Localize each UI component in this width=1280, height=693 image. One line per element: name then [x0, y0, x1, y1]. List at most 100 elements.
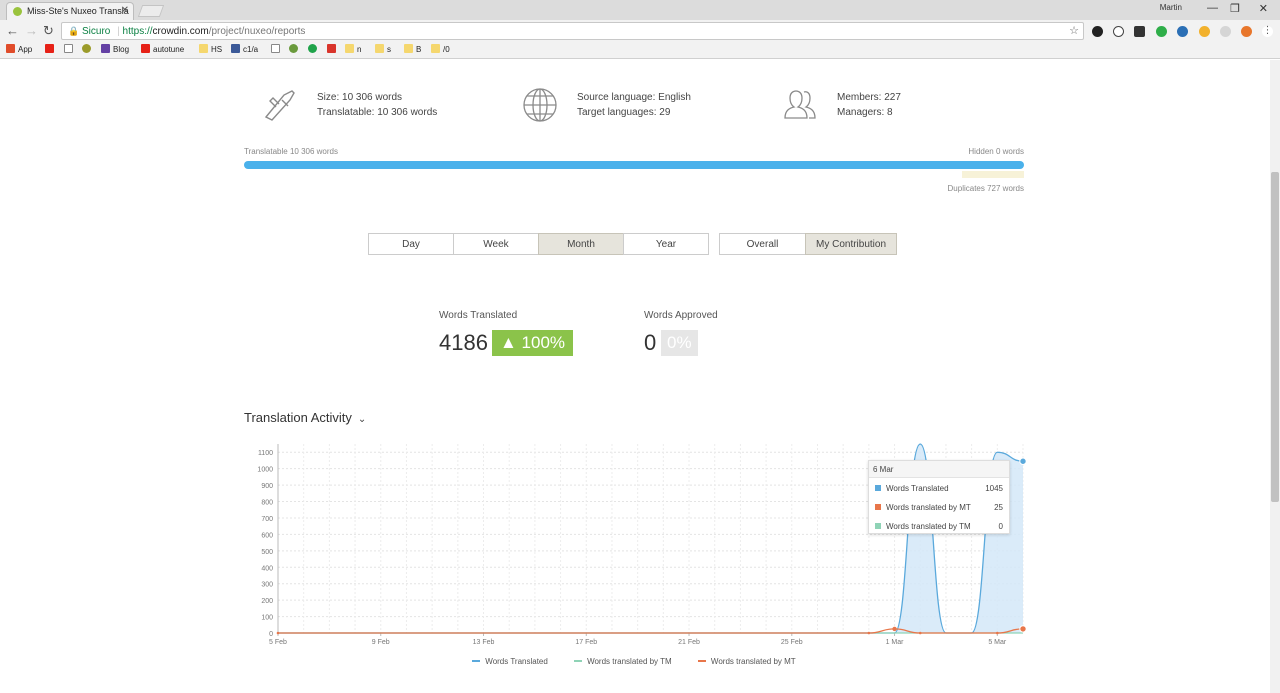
- bookmark-page[interactable]: [64, 44, 76, 56]
- info-extension-icon[interactable]: [1113, 26, 1124, 37]
- x-tick-label: 5 Feb: [269, 639, 287, 646]
- bookmark-blog[interactable]: Blog: [101, 44, 129, 56]
- x-tick-label: 21 Feb: [678, 639, 700, 646]
- site-icon: [308, 44, 317, 53]
- wifi-extension-icon[interactable]: [1220, 26, 1231, 37]
- lock-icon: 🔒: [68, 26, 80, 36]
- chart-tooltip: 6 Mar Words Translated 1045 Words transl…: [868, 460, 1010, 534]
- bookmark-n[interactable]: n: [345, 44, 361, 56]
- x-tick-label: 13 Feb: [473, 639, 495, 646]
- forward-icon[interactable]: →: [25, 23, 38, 38]
- address-bar[interactable]: 🔒 Sicuro | https://crowdin.com/project/n…: [61, 22, 1084, 40]
- bookmarks-bar: App Blog autotune HS c1/a n s B /0: [0, 42, 1280, 59]
- mask-extension-icon[interactable]: [1134, 26, 1145, 37]
- fox-extension-icon[interactable]: [1241, 26, 1252, 37]
- y-tick-label: 900: [261, 483, 273, 490]
- progress-labels: Translatable 10 306 words Hidden 0 words: [244, 147, 1024, 156]
- url-protocol: https://: [122, 26, 153, 37]
- site-icon: [289, 44, 298, 53]
- menu-icon[interactable]: ⋮: [1262, 26, 1273, 37]
- tooltip-value: 1045: [985, 484, 1003, 493]
- words-approved-value: 0: [644, 330, 657, 355]
- mt-point: [996, 631, 999, 635]
- bookmark-avatar[interactable]: [82, 44, 94, 56]
- bookmark-hs[interactable]: HS: [199, 44, 222, 56]
- activity-title: Translation Activity: [244, 410, 352, 425]
- y-tick-label: 100: [261, 615, 273, 622]
- tooltip-row-mt: Words translated by MT 25: [869, 497, 1009, 516]
- mt-point-highlight: [892, 626, 897, 632]
- words-translated-label: Words Translated: [439, 310, 518, 321]
- page-icon: [271, 44, 280, 53]
- tooltip-label: Words Translated: [886, 484, 949, 493]
- legend-translated-by-tm[interactable]: Words translated by TM: [574, 657, 672, 666]
- y-tick-label: 200: [261, 598, 273, 605]
- bookmark-page-2[interactable]: [271, 44, 283, 56]
- tooltip-value: 0: [998, 522, 1003, 531]
- bookmark-b[interactable]: B: [404, 44, 421, 56]
- legend-translated-by-mt[interactable]: Words translated by MT: [697, 657, 796, 666]
- blue-extension-icon[interactable]: [1177, 26, 1188, 37]
- scope-overall-button[interactable]: Overall: [719, 233, 806, 255]
- tooltip-label: Words translated by TM: [886, 522, 971, 531]
- bookmark-star-icon[interactable]: ☆: [1069, 23, 1079, 39]
- source-language: Source language: English: [577, 92, 691, 103]
- bookmark-c1a[interactable]: c1/a: [231, 44, 258, 56]
- tab-title: Miss-Ste's Nuxeo Transla: [27, 6, 129, 16]
- green-extension-icon[interactable]: [1156, 26, 1167, 37]
- period-day-button[interactable]: Day: [368, 233, 454, 255]
- close-tab-icon[interactable]: ✕: [121, 3, 129, 19]
- period-selector: Day Week Month Year: [368, 233, 709, 255]
- y-tick-label: 1000: [257, 467, 273, 474]
- period-month-button[interactable]: Month: [538, 233, 624, 255]
- honey-extension-icon[interactable]: [1199, 26, 1210, 37]
- bookmark-site-3[interactable]: [308, 44, 320, 56]
- folder-icon: [375, 44, 384, 53]
- bookmark-youtube[interactable]: [45, 44, 57, 56]
- translatable-progress-bar: [244, 161, 1024, 169]
- bookmark-autotune[interactable]: autotune: [141, 44, 184, 56]
- words-approved-kpi: Words Approved 0 0%: [644, 310, 718, 356]
- site-icon: [231, 44, 240, 53]
- translation-activity-dropdown[interactable]: Translation Activity ⌄: [244, 410, 366, 425]
- close-window-icon[interactable]: ✕: [1259, 2, 1268, 15]
- profile-name[interactable]: Martin: [1160, 3, 1182, 12]
- folder-icon: [199, 44, 208, 53]
- mt-point: [867, 631, 871, 635]
- translated-point-highlight: [1019, 457, 1027, 465]
- restore-icon[interactable]: ❐: [1230, 2, 1240, 15]
- translatable-label: Translatable 10 306 words: [244, 147, 338, 156]
- translatable-value: Translatable: 10 306 words: [317, 107, 438, 118]
- y-tick-label: 500: [261, 549, 273, 556]
- shield-extension-icon[interactable]: [1092, 26, 1103, 37]
- hidden-label: Hidden 0 words: [968, 147, 1024, 156]
- mt-point: [276, 631, 280, 635]
- reload-icon[interactable]: ↻: [43, 23, 54, 39]
- bookmark-site-4[interactable]: [327, 44, 339, 56]
- url-path: /project/nuxeo/reports: [208, 26, 306, 37]
- minimize-icon[interactable]: —: [1207, 2, 1218, 14]
- legend-words-translated[interactable]: Words Translated: [472, 657, 548, 666]
- x-tick-label: 9 Feb: [372, 639, 390, 646]
- bookmark-slash0[interactable]: /0: [431, 44, 450, 56]
- mt-point-highlight: [1019, 625, 1027, 633]
- period-year-button[interactable]: Year: [623, 233, 709, 255]
- y-tick-label: 800: [261, 500, 273, 507]
- mt-swatch-icon: [875, 504, 881, 510]
- period-week-button[interactable]: Week: [453, 233, 539, 255]
- tooltip-label: Words translated by MT: [886, 503, 971, 512]
- bookmark-apps[interactable]: App: [6, 44, 32, 56]
- chevron-down-icon: ⌄: [357, 414, 367, 425]
- managers-count: Managers: 8: [837, 107, 893, 118]
- scope-my-contribution-button[interactable]: My Contribution: [805, 233, 897, 255]
- browser-tab[interactable]: Miss-Ste's Nuxeo Transla ✕: [6, 2, 134, 20]
- words-translated-change-badge: ▲ 100%: [492, 330, 574, 356]
- tooltip-date: 6 Mar: [869, 461, 1009, 478]
- words-approved-label: Words Approved: [644, 310, 718, 321]
- bookmark-site-2[interactable]: [289, 44, 301, 56]
- bookmark-s[interactable]: s: [375, 44, 391, 56]
- back-icon[interactable]: ←: [6, 23, 19, 38]
- new-tab-button[interactable]: [137, 5, 165, 17]
- words-translated-value: 4186: [439, 330, 488, 355]
- scrollbar-thumb[interactable]: [1271, 172, 1279, 502]
